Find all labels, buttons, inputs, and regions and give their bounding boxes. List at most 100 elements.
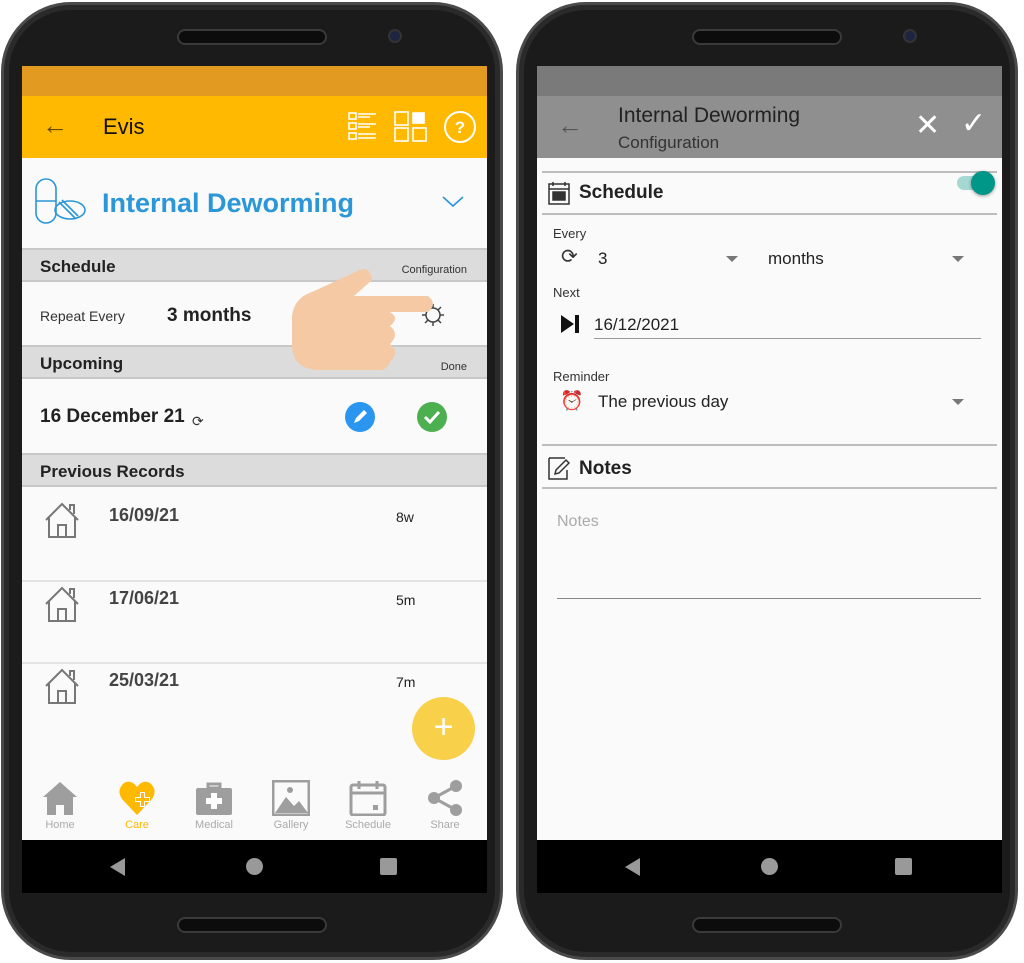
back-nav-button[interactable] bbox=[625, 858, 640, 876]
status-bar bbox=[22, 66, 487, 96]
reminder-select[interactable]: The previous day bbox=[598, 392, 728, 412]
nav-home[interactable]: Home bbox=[30, 780, 90, 831]
home-icon bbox=[45, 586, 79, 622]
section-title: Previous Records bbox=[40, 462, 185, 481]
share-icon bbox=[428, 780, 462, 816]
home-icon bbox=[45, 668, 79, 704]
upcoming-date: 16 December 21 bbox=[40, 406, 185, 427]
caret-down-icon[interactable] bbox=[726, 256, 738, 262]
alarm-clock-icon: ⏰ bbox=[560, 391, 584, 412]
nav-label: Schedule bbox=[345, 819, 391, 831]
status-bar bbox=[537, 66, 1002, 96]
category-header[interactable]: Internal Deworming bbox=[22, 158, 487, 248]
heart-plus-icon bbox=[119, 781, 155, 815]
calendar-icon bbox=[349, 781, 387, 817]
record-ago: 5m bbox=[396, 592, 416, 608]
nav-label: Medical bbox=[195, 819, 233, 831]
close-button[interactable]: ✕ bbox=[915, 108, 940, 143]
speaker bbox=[692, 29, 842, 45]
every-unit-select[interactable]: months bbox=[768, 249, 824, 269]
record-date: 17/06/21 bbox=[109, 588, 180, 608]
section-title: Schedule bbox=[40, 257, 116, 276]
help-icon[interactable]: ? bbox=[443, 110, 477, 144]
speaker bbox=[177, 917, 327, 933]
done-button[interactable] bbox=[417, 402, 447, 432]
notes-title: Notes bbox=[579, 458, 632, 479]
previous-records-header: Previous Records bbox=[22, 453, 487, 487]
edit-button[interactable] bbox=[345, 402, 375, 432]
medical-kit-icon bbox=[196, 782, 232, 815]
back-button[interactable]: ← bbox=[557, 110, 583, 141]
every-label: Every bbox=[553, 226, 587, 241]
nav-label: Share bbox=[430, 819, 460, 831]
calendar-icon bbox=[548, 182, 570, 205]
repeat-value: 3 months bbox=[167, 305, 252, 326]
svg-text:?: ? bbox=[455, 118, 465, 137]
toolbar-subtitle: Configuration bbox=[618, 133, 720, 152]
camera bbox=[903, 29, 917, 43]
record-row[interactable]: 16/09/21 8w bbox=[22, 487, 487, 582]
system-navigation-bar bbox=[537, 840, 1002, 893]
divider bbox=[542, 487, 997, 489]
notes-icon bbox=[548, 457, 570, 480]
repeat-icon: ⟳ bbox=[192, 413, 204, 429]
section-title: Upcoming bbox=[40, 354, 124, 373]
home-nav-button[interactable] bbox=[761, 858, 778, 875]
reminder-label: Reminder bbox=[553, 369, 610, 384]
every-value-select[interactable]: 3 bbox=[598, 249, 607, 269]
category-title: Internal Deworming bbox=[102, 188, 355, 218]
record-date: 16/09/21 bbox=[109, 505, 180, 525]
toolbar: ← Evis ? bbox=[22, 96, 487, 158]
speaker bbox=[177, 29, 327, 45]
skip-next-icon bbox=[561, 315, 574, 333]
recents-nav-button[interactable] bbox=[895, 858, 912, 875]
add-fab-button[interactable]: + bbox=[412, 697, 475, 760]
record-ago: 8w bbox=[396, 509, 414, 525]
right-screen: ← Internal Deworming Configuration ✕ ✓ S… bbox=[537, 66, 1002, 893]
image-icon bbox=[271, 779, 311, 817]
next-date-input[interactable]: 16/12/2021 bbox=[594, 315, 679, 335]
camera bbox=[388, 29, 402, 43]
left-screen: ← Evis ? Internal Deworming Schedule Con… bbox=[22, 66, 487, 893]
system-navigation-bar bbox=[22, 840, 487, 893]
nav-gallery[interactable]: Gallery bbox=[261, 779, 321, 831]
home-nav-button[interactable] bbox=[246, 858, 263, 875]
nav-label: Gallery bbox=[273, 819, 309, 831]
next-label: Next bbox=[553, 285, 580, 300]
chevron-down-icon[interactable] bbox=[442, 196, 464, 208]
toolbar-title: Evis bbox=[103, 114, 145, 139]
nav-label: Home bbox=[45, 819, 75, 831]
nav-medical[interactable]: Medical bbox=[184, 780, 244, 831]
back-nav-button[interactable] bbox=[110, 858, 125, 876]
recents-nav-button[interactable] bbox=[380, 858, 397, 875]
record-ago: 7m bbox=[396, 674, 416, 690]
home-icon bbox=[43, 782, 77, 815]
nav-care[interactable]: Care bbox=[107, 780, 167, 831]
hand-pointer-icon bbox=[292, 269, 433, 370]
pills-icon bbox=[35, 178, 86, 224]
caret-down-icon[interactable] bbox=[952, 256, 964, 262]
list-view-icon[interactable] bbox=[348, 111, 378, 143]
toolbar: ← Internal Deworming Configuration ✕ ✓ bbox=[537, 96, 1002, 158]
nav-schedule[interactable]: Schedule bbox=[338, 780, 398, 831]
back-button[interactable]: ← bbox=[42, 110, 68, 141]
divider bbox=[542, 213, 997, 215]
notes-input[interactable]: Notes bbox=[557, 513, 981, 599]
nav-label: Care bbox=[125, 819, 149, 831]
home-icon bbox=[45, 502, 79, 538]
grid-view-icon[interactable] bbox=[394, 111, 428, 143]
repeat-icon: ⟳ bbox=[561, 246, 578, 268]
divider bbox=[542, 444, 997, 446]
nav-share[interactable]: Share bbox=[415, 780, 475, 831]
confirm-button[interactable]: ✓ bbox=[961, 106, 986, 141]
caret-down-icon[interactable] bbox=[952, 399, 964, 405]
bottom-navigation: Home Care Medical Gallery Schedule Share bbox=[22, 779, 487, 840]
schedule-title: Schedule bbox=[579, 182, 664, 203]
repeat-label: Repeat Every bbox=[40, 308, 125, 324]
toggle-thumb bbox=[971, 171, 995, 195]
skip-next-icon-bar bbox=[575, 315, 579, 333]
speaker bbox=[692, 917, 842, 933]
record-row[interactable]: 17/06/21 5m bbox=[22, 582, 487, 664]
divider bbox=[542, 171, 997, 173]
schedule-toggle[interactable] bbox=[957, 171, 995, 195]
